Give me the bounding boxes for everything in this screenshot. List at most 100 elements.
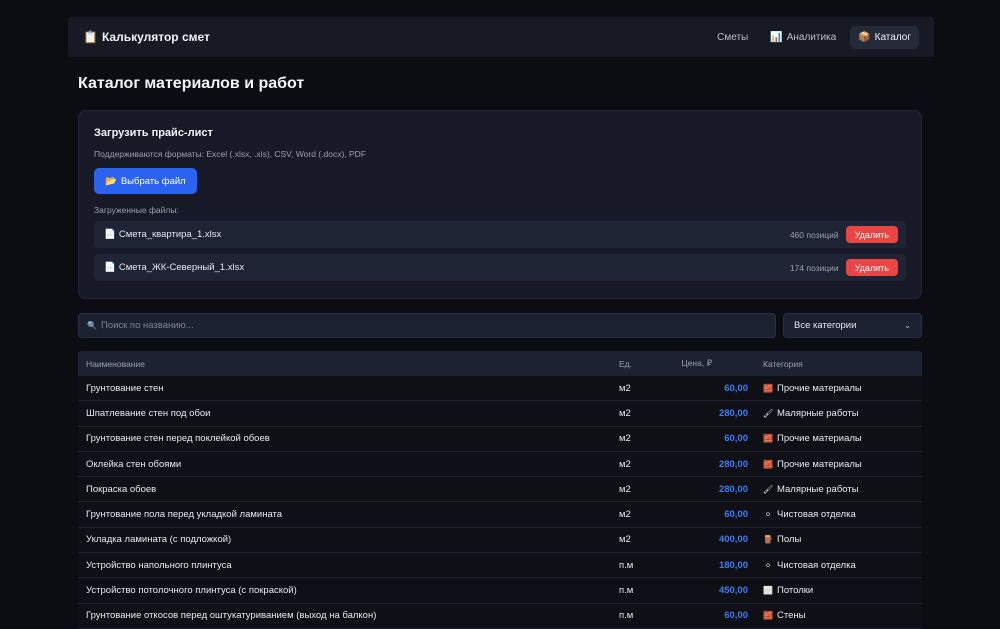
item-price: 280,00 — [718, 458, 748, 470]
file-name: 📄 Смета_квартира_1.xlsx — [104, 229, 221, 240]
item-category: 🧱 Стены — [752, 610, 922, 621]
chart-icon: 📊 — [770, 31, 783, 43]
file-name-text: Смета_квартира_1.xlsx — [118, 229, 222, 240]
catalog-table: Наименование Ед. Цена, ₽ Категория Грунт… — [78, 351, 922, 629]
category-label: Малярные работы — [777, 407, 859, 419]
item-category: 🪵 Полы — [752, 534, 922, 545]
table-header: Наименование Ед. Цена, ₽ Категория — [78, 351, 922, 376]
delete-file-button[interactable]: Удалить — [845, 259, 898, 276]
item-unit: м2 — [619, 382, 631, 394]
folder-icon: 📂 — [105, 175, 117, 187]
item-price: 450,00 — [718, 585, 748, 597]
search-input[interactable] — [100, 320, 767, 331]
file-name: 📄 Смета_ЖК-Северный_1.xlsx — [104, 262, 244, 273]
nav-link-analytics[interactable]: 📊 Аналитика — [762, 26, 844, 49]
item-price: 60,00 — [724, 382, 748, 394]
table-row[interactable]: Грунтование стен перед поклейкой обоев м2… — [78, 426, 922, 452]
category-icon: 🧱 — [763, 459, 773, 469]
clipboard-icon: 📋 — [83, 30, 98, 44]
item-unit: м2 — [619, 534, 631, 546]
nav-link-catalog[interactable]: 📦 Каталог — [850, 25, 919, 49]
table-body: Грунтование стен м2 60,00 🧱 Прочие материалы… — [78, 376, 922, 629]
category-select[interactable]: Все категории ⌄ — [783, 313, 922, 338]
item-name: Шпатлевание стен под обои — [86, 407, 211, 419]
item-unit: п.м — [619, 610, 634, 622]
category-label: Прочие материалы — [777, 433, 862, 445]
item-unit: м2 — [619, 458, 631, 470]
table-row[interactable]: Укладка ламината (с подложкой) м2 400,00 🪵 П… — [78, 527, 922, 554]
table-row[interactable]: Оклейка стен обоями м2 280,00 🧱 Прочие матер… — [78, 451, 922, 478]
category-icon: 🖌 — [763, 408, 774, 418]
file-row: 📄 Смета_квартира_1.xlsx 460 позиций Удал… — [94, 221, 906, 248]
item-name: Грунтование пола перед укладкой ламината — [86, 509, 283, 521]
top-navbar: 📋 Калькулятор смет Сметы 📊 Аналитика 📦 К… — [68, 17, 934, 57]
category-icon: 🖌 — [763, 484, 774, 494]
header-name[interactable]: Наименование — [78, 359, 619, 369]
document-icon: 📄 — [104, 229, 116, 240]
item-name: Устройство потолочного плинтуса (с покра… — [86, 585, 297, 597]
table-row[interactable]: Грунтование пола перед укладкой ламината… — [78, 502, 922, 528]
category-select-value: Все категории — [794, 320, 857, 331]
item-category: ⚪ Чистовая отделка — [752, 509, 922, 520]
table-row[interactable]: Устройство потолочного плинтуса (с покра… — [78, 578, 922, 604]
category-label: Потолки — [777, 585, 814, 597]
item-name: Покраска обоев — [86, 483, 157, 495]
loaded-files-label: Загруженные файлы: — [94, 205, 179, 215]
category-label: Стены — [777, 610, 806, 622]
header-category[interactable]: Категория — [752, 359, 922, 369]
item-category: 🧱 Прочие материалы — [752, 459, 922, 470]
item-category: 🧱 Прочие материалы — [752, 383, 922, 394]
item-name: Грунтование стен перед поклейкой обоев — [86, 433, 270, 445]
file-row: 📄 Смета_ЖК-Северный_1.xlsx 174 позиции У… — [94, 254, 906, 281]
file-count: 460 позиций — [789, 229, 839, 240]
category-label: Полы — [777, 534, 802, 546]
item-unit: м2 — [619, 509, 631, 521]
category-icon: ⚪ — [764, 510, 772, 520]
item-unit: п.м — [619, 559, 634, 571]
nav-link-label: Каталог — [874, 31, 911, 43]
header-unit[interactable]: Ед. — [619, 359, 674, 369]
nav-link-label: Сметы — [717, 31, 749, 43]
item-category: ⚪ Чистовая отделка — [752, 560, 922, 571]
delete-file-button[interactable]: Удалить — [845, 226, 898, 243]
category-icon: 🪵 — [763, 535, 773, 545]
category-icon: 🧱 — [763, 383, 773, 393]
item-name: Оклейка стен обоями — [86, 458, 182, 470]
nav-link-estimates[interactable]: Сметы — [709, 26, 756, 49]
item-price: 280,00 — [718, 407, 748, 419]
item-price: 400,00 — [718, 534, 748, 546]
document-icon: 📄 — [104, 262, 116, 273]
item-category: 🧱 Прочие материалы — [752, 433, 922, 444]
chevron-down-icon: ⌄ — [904, 321, 911, 330]
table-row[interactable]: Шпатлевание стен под обои м2 280,00 🖌 Малярн… — [78, 401, 922, 427]
item-name: Устройство напольного плинтуса — [86, 559, 232, 571]
table-row[interactable]: Покраска обоев м2 280,00 🖌 Малярные работы — [78, 477, 922, 503]
choose-file-label: Выбрать файл — [120, 175, 186, 187]
header-price[interactable]: Цена, ₽ — [674, 358, 752, 369]
file-name-text: Смета_ЖК-Северный_1.xlsx — [118, 262, 245, 273]
table-row[interactable]: Устройство напольного плинтуса п.м 180,00 ⚪… — [78, 553, 922, 579]
item-name: Грунтование откосов перед оштукатуривани… — [86, 610, 377, 622]
table-row[interactable]: Грунтование откосов перед оштукатуривани… — [78, 603, 922, 629]
item-name: Укладка ламината (с подложкой) — [86, 534, 232, 546]
item-category: ⬜ Потолки — [752, 585, 922, 596]
item-category: 🖌 Малярные работы — [752, 408, 922, 419]
brand-title: Калькулятор смет — [101, 30, 210, 44]
upload-card: Загрузить прайс-лист Поддерживаются форм… — [78, 110, 922, 299]
item-unit: м2 — [619, 407, 631, 419]
table-row[interactable]: Грунтование стен м2 60,00 🧱 Прочие материалы — [78, 376, 922, 402]
category-label: Чистовая отделка — [777, 559, 856, 571]
item-unit: м2 — [619, 483, 631, 495]
category-icon: 🧱 — [763, 611, 773, 621]
package-icon: 📦 — [858, 31, 871, 43]
brand[interactable]: 📋 Калькулятор смет — [83, 30, 210, 44]
item-price: 60,00 — [724, 433, 748, 445]
choose-file-button[interactable]: 📂 Выбрать файл — [94, 168, 197, 194]
nav-links: Сметы 📊 Аналитика 📦 Каталог — [709, 25, 919, 49]
item-name: Грунтование стен — [86, 382, 164, 394]
category-label: Прочие материалы — [777, 382, 862, 394]
item-unit: п.м — [619, 585, 634, 597]
page-title: Каталог материалов и работ — [78, 75, 305, 92]
item-price: 60,00 — [724, 509, 748, 521]
file-count: 174 позиции — [789, 262, 839, 273]
